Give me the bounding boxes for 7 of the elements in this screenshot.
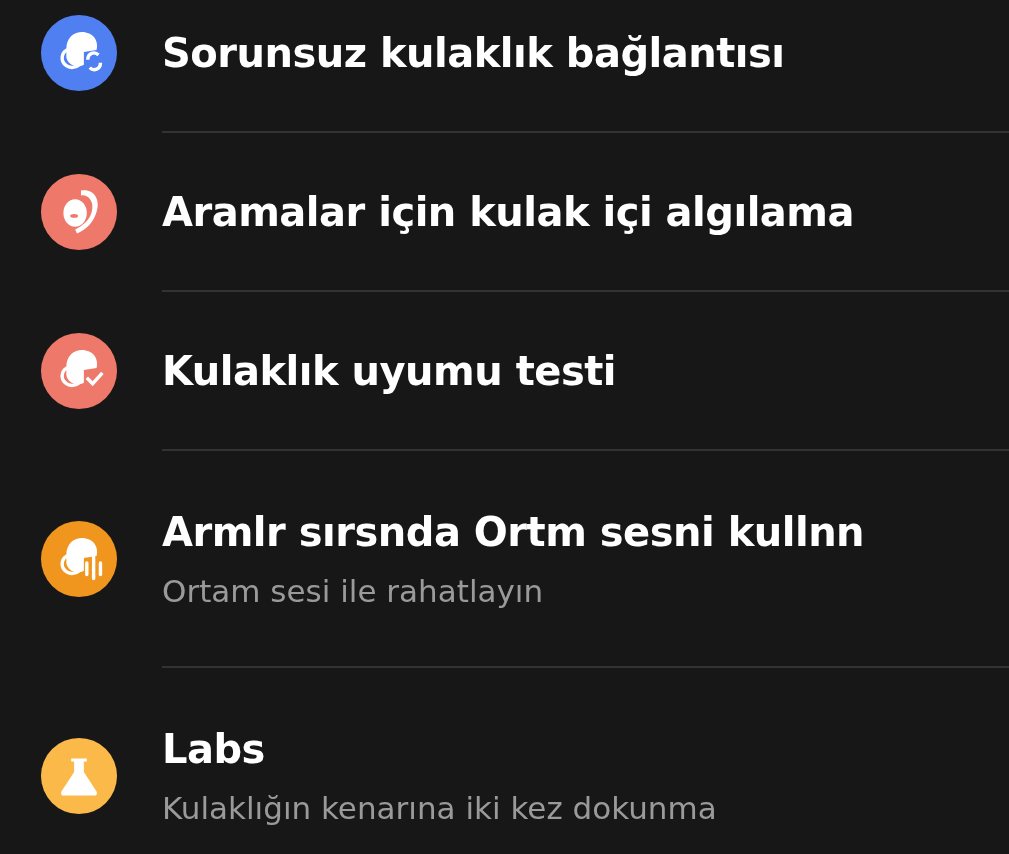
setting-title[interactable]: Kulaklık uyumu testi (162, 347, 617, 394)
setting-title[interactable]: Aramalar için kulak içi algılama (162, 188, 855, 235)
setting-title[interactable]: Sorunsuz kulaklık bağlantısı (162, 29, 785, 76)
setting-subtitle: Kulaklığın kenarına iki kez dokunma (162, 789, 717, 826)
setting-title[interactable]: Labs (162, 725, 717, 772)
setting-title[interactable]: Armlr sırsnda Ortm sesni kullnn (162, 508, 865, 555)
setting-subtitle: Ortam sesi ile rahatlayın (162, 572, 545, 609)
